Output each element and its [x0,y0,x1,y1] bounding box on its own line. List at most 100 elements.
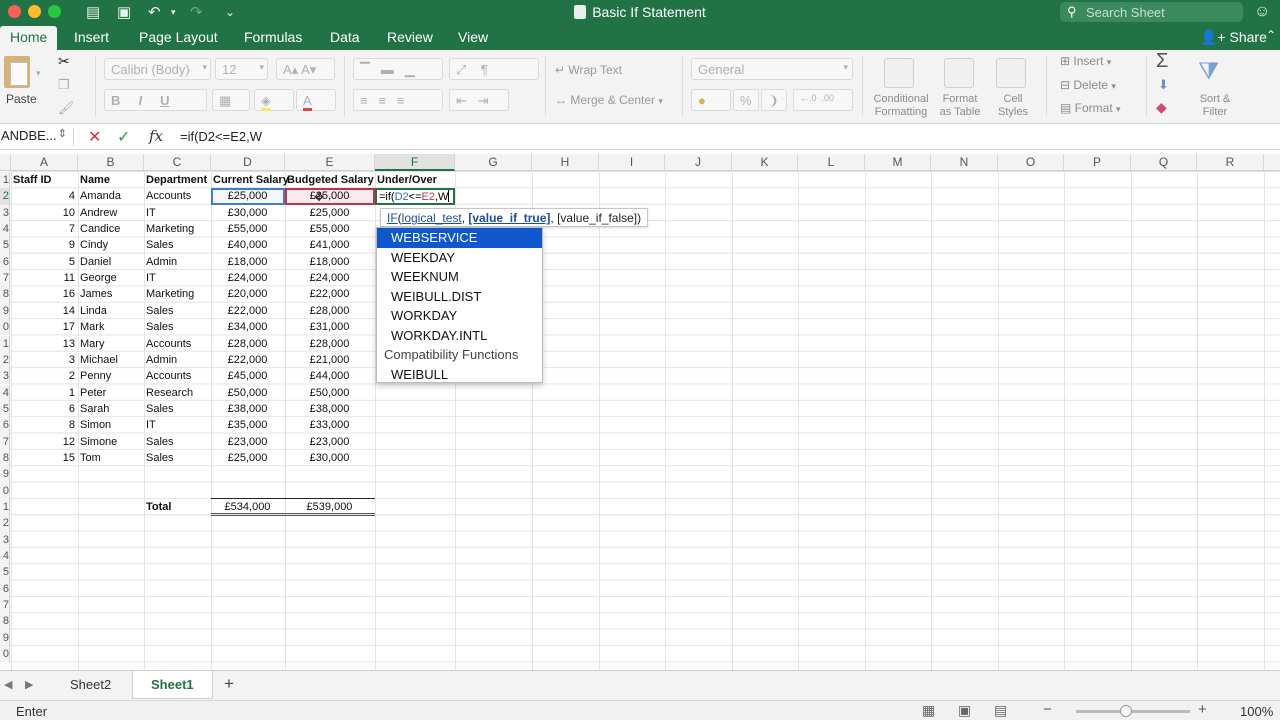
search-sheet-input[interactable]: ⚲ Search Sheet [1060,2,1243,22]
name-cell[interactable]: Mark [80,319,141,335]
department-cell[interactable]: Research [146,385,208,401]
cell-styles-icon[interactable] [996,58,1026,88]
name-cell[interactable]: Penny [80,368,141,384]
row-header[interactable]: 4 [0,221,10,238]
percent-style-button[interactable]: % [733,89,759,111]
autocomplete-item[interactable]: WEBSERVICE [377,228,542,248]
autocomplete-item[interactable]: WEEKDAY [377,248,542,268]
indent-group[interactable]: ⇤ ⇥ [449,89,509,111]
row-header[interactable]: 8 [0,449,10,467]
staff-id-cell[interactable]: 1 [13,385,75,401]
current-salary-cell[interactable]: £20,000 [213,286,282,302]
header-cell[interactable]: Department [146,172,208,188]
autocomplete-item[interactable]: WORKDAY.INTL [377,326,542,346]
tab-page-layout[interactable]: Page Layout [139,29,218,45]
row-header[interactable]: 7 [0,433,10,450]
current-salary-cell[interactable]: £35,000 [213,417,282,433]
staff-id-cell[interactable]: 11 [13,270,75,286]
row-header[interactable]: 0 [0,319,10,336]
department-cell[interactable]: Sales [146,450,208,466]
current-salary-cell[interactable]: £22,000 [213,303,282,319]
decimal-group[interactable]: ←.0 .00 [793,89,853,111]
font-size-select[interactable]: 12 ▾ [215,58,268,80]
format-painter-icon[interactable]: 🖌 [58,100,75,116]
staff-id-cell[interactable]: 17 [13,319,75,335]
current-salary-cell[interactable]: £55,000 [213,221,282,237]
staff-id-cell[interactable]: 15 [13,450,75,466]
tab-insert[interactable]: Insert [74,29,109,45]
column-header[interactable]: R [1197,154,1264,171]
tab-review[interactable]: Review [387,29,433,45]
align-top-icon[interactable]: ▔ [360,62,370,77]
staff-id-cell[interactable]: 5 [13,254,75,270]
column-header[interactable]: N [931,154,998,171]
next-sheet-icon[interactable]: ▶ [25,678,33,691]
collapse-ribbon-icon[interactable]: ⌃ [1266,28,1276,42]
column-header[interactable]: P [1064,154,1131,171]
budgeted-salary-cell[interactable]: £18,000 [287,254,372,270]
tab-formulas[interactable]: Formulas [244,29,302,45]
row-header[interactable]: 6 [0,253,10,271]
column-header[interactable]: F [375,154,455,171]
comma-style-button[interactable]: ❩ [761,89,787,111]
autocomplete-item[interactable]: WEIBULL [377,365,542,385]
staff-id-cell[interactable]: 4 [13,188,75,204]
column-header[interactable]: G [455,154,532,171]
paste-dropdown-icon[interactable]: ▾ [36,68,41,79]
budgeted-salary-cell[interactable]: £22,000 [287,286,372,302]
name-cell[interactable]: Amanda [80,188,141,204]
bold-button[interactable]: B [111,93,120,108]
conditional-formatting-icon[interactable] [884,58,914,88]
merge-center-button[interactable]: ↔ Merge & Center ▾ [555,93,663,107]
column-header[interactable]: B [78,154,144,171]
budgeted-salary-cell[interactable]: £31,000 [287,319,372,335]
row-header[interactable]: 5 [0,564,10,581]
name-cell[interactable]: Sarah [80,401,141,417]
column-header[interactable]: O [998,154,1064,171]
current-salary-cell[interactable]: £40,000 [213,237,282,253]
enter-icon[interactable]: ✓ [117,127,130,147]
underline-button[interactable]: U [160,93,169,108]
row-header[interactable]: 2 [0,351,10,369]
font-color-button[interactable]: A [296,89,336,111]
name-cell[interactable]: Cindy [80,237,141,253]
accounting-format-button[interactable]: ● [691,89,731,111]
increase-indent-icon[interactable]: ⇥ [478,93,489,108]
header-cell[interactable]: Budgeted Salary [287,172,374,188]
sheet-tab[interactable]: Sheet2 [70,677,111,692]
name-cell[interactable]: Peter [80,385,141,401]
budgeted-salary-cell[interactable]: £25,000 [287,188,372,204]
department-cell[interactable]: Sales [146,237,208,253]
insert-function-icon[interactable]: fx [149,127,163,145]
insert-cells-button[interactable]: ⊞ Insert ▾ [1060,54,1111,68]
current-salary-cell[interactable]: £24,000 [213,270,282,286]
header-cell[interactable]: Staff ID [13,172,75,188]
department-cell[interactable]: IT [146,270,208,286]
budgeted-salary-cell[interactable]: £28,000 [287,336,372,352]
staff-id-cell[interactable]: 16 [13,286,75,302]
fill-color-button[interactable]: ◈ [254,89,294,111]
align-bottom-icon[interactable]: ▁ [405,62,415,77]
row-header[interactable]: 9 [0,466,10,483]
current-salary-cell[interactable]: £23,000 [213,434,282,450]
name-cell[interactable]: James [80,286,141,302]
formula-input[interactable]: =if(D2<=E2,W [180,129,262,144]
tooltip-arg-value-if-true[interactable]: [value_if_true] [468,211,550,225]
department-cell[interactable]: IT [146,417,208,433]
header-cell[interactable]: Current Salary [213,172,289,188]
budgeted-salary-cell[interactable]: £50,000 [287,385,372,401]
increase-decimal-icon[interactable]: ←.0 [800,93,817,103]
row-header[interactable]: 1 [0,172,10,189]
column-header[interactable]: L [798,154,865,171]
current-salary-cell[interactable]: £25,000 [213,450,282,466]
department-cell[interactable]: Sales [146,319,208,335]
select-all-corner[interactable] [0,154,11,171]
zoom-in-icon[interactable]: + [1198,701,1207,718]
sort-filter-button[interactable]: Sort & Filter [1193,93,1237,119]
borders-button[interactable]: ▦ [212,89,250,111]
name-cell[interactable]: Simon [80,417,141,433]
staff-id-cell[interactable]: 3 [13,352,75,368]
staff-id-cell[interactable]: 13 [13,336,75,352]
staff-id-cell[interactable]: 9 [13,237,75,253]
cell-styles-button[interactable]: Cell Styles [990,93,1036,119]
